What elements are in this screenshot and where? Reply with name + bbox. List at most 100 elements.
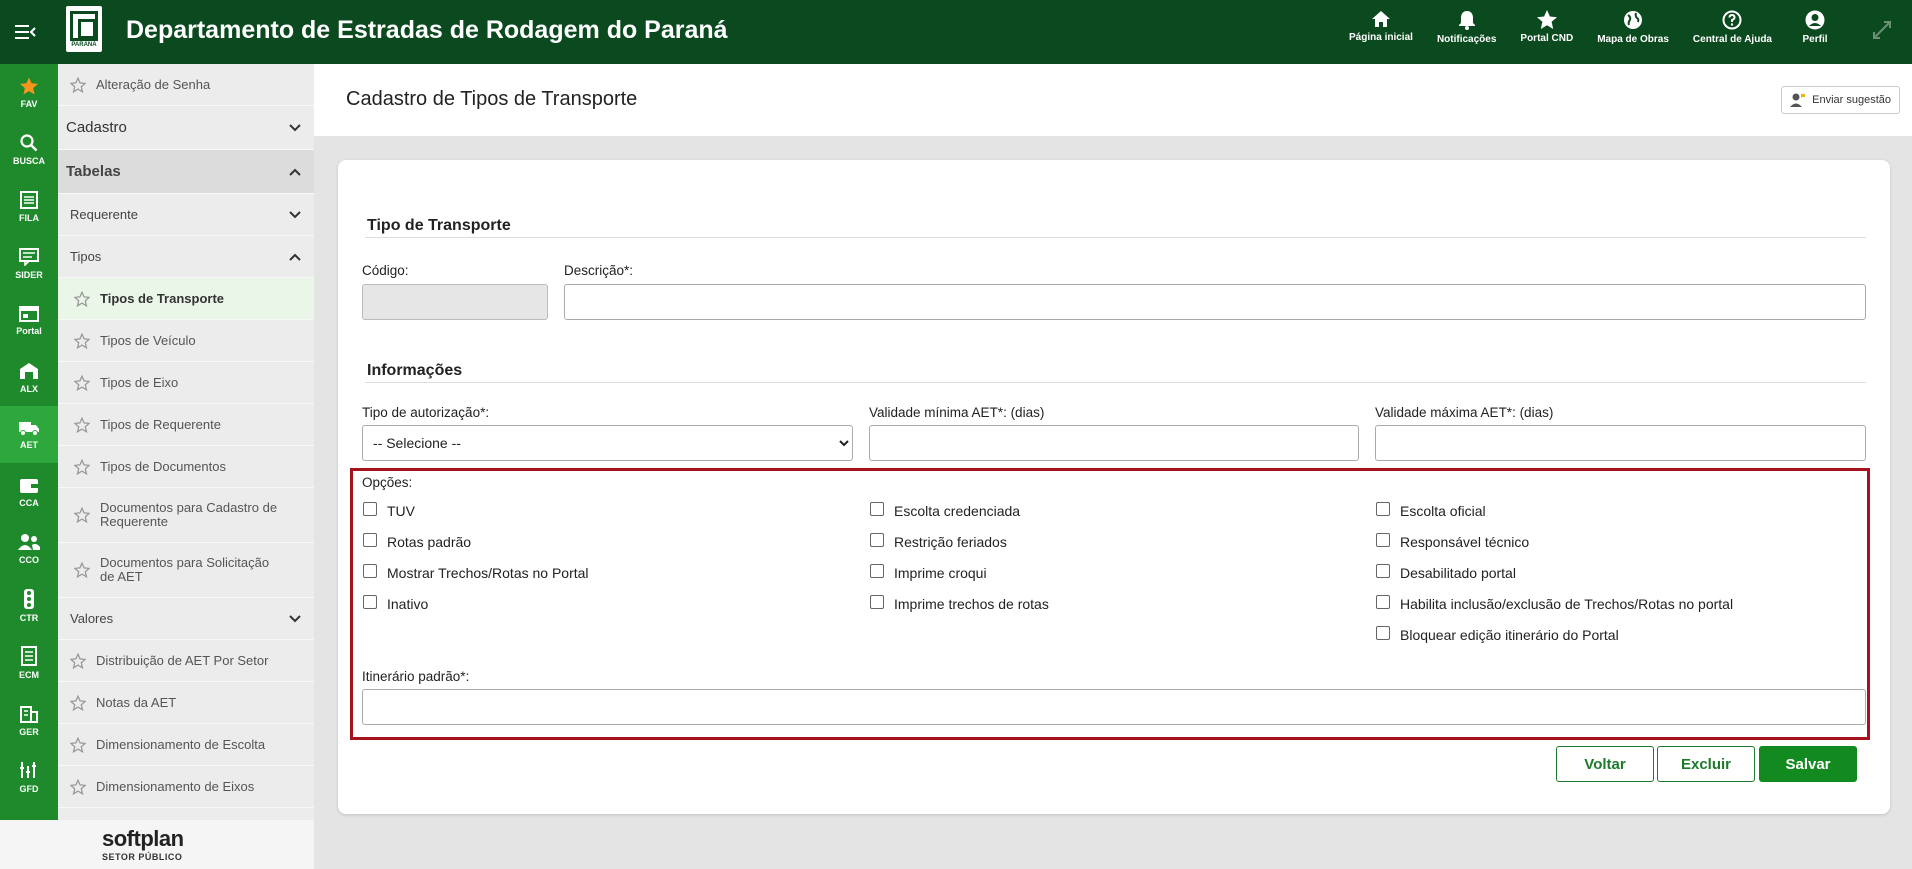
option-habilita-inclusao[interactable]: Habilita inclusão/exclusão de Trechos/Ro… bbox=[1376, 595, 1733, 612]
bell-icon bbox=[1458, 11, 1475, 30]
option-bloquear-edicao[interactable]: Bloquear edição itinerário do Portal bbox=[1376, 626, 1619, 643]
traffic-light-icon bbox=[24, 588, 34, 609]
module-fav[interactable]: FAV bbox=[0, 64, 58, 121]
menu-item-dimensionamento-eixos[interactable]: Dimensionamento de Eixos bbox=[58, 766, 314, 808]
codigo-label: Código: bbox=[362, 263, 409, 278]
menu-group-valores[interactable]: Valores bbox=[58, 598, 314, 640]
user-icon bbox=[1805, 10, 1825, 30]
menu-item-label: Documentos para Solicitação de AET bbox=[100, 555, 270, 584]
module-portal[interactable]: Portal bbox=[0, 292, 58, 349]
menu-item-docs-cadastro-requerente[interactable]: Documentos para Cadastro de Requerente bbox=[58, 488, 314, 543]
checkbox[interactable] bbox=[363, 595, 377, 609]
option-inativo[interactable]: Inativo bbox=[363, 595, 428, 612]
nav-perfil[interactable]: Perfil bbox=[1784, 10, 1846, 45]
menu-item-dimensionamento-escolta[interactable]: Dimensionamento de Escolta bbox=[58, 724, 314, 766]
nav-portal-cnd[interactable]: Portal CND bbox=[1508, 10, 1585, 45]
chevron-down-icon bbox=[289, 210, 301, 218]
menu-item-tipos-veiculo[interactable]: Tipos de Veículo bbox=[58, 320, 314, 362]
checkbox[interactable] bbox=[870, 533, 884, 547]
menu-item-label: Tipos de Eixo bbox=[100, 375, 179, 390]
menu-group-tipos[interactable]: Tipos bbox=[58, 236, 314, 278]
menu-section-cadastro[interactable]: Cadastro bbox=[58, 106, 314, 150]
menu-item-tipos-documentos[interactable]: Tipos de Documentos bbox=[58, 446, 314, 488]
module-gfd[interactable]: GFD bbox=[0, 748, 58, 805]
checkbox[interactable] bbox=[363, 564, 377, 578]
side-menu: Alteração de Senha Cadastro Tabelas Requ… bbox=[58, 64, 314, 820]
option-rotas-padrao[interactable]: Rotas padrão bbox=[363, 533, 471, 550]
module-ger[interactable]: GER bbox=[0, 691, 58, 748]
module-label: ECM bbox=[19, 669, 39, 680]
building-icon bbox=[20, 705, 38, 723]
nav-central-ajuda[interactable]: Central de Ajuda bbox=[1681, 10, 1784, 45]
menu-item-tipos-requerente[interactable]: Tipos de Requerente bbox=[58, 404, 314, 446]
checkbox[interactable] bbox=[1376, 502, 1390, 516]
validade-minima-field[interactable] bbox=[869, 425, 1359, 461]
module-sider[interactable]: SIDER bbox=[0, 235, 58, 292]
softplan-subtitle: SETOR PÚBLICO bbox=[102, 852, 183, 862]
star-outline-icon bbox=[70, 76, 86, 93]
validade-maxima-field[interactable] bbox=[1375, 425, 1866, 461]
checkbox[interactable] bbox=[363, 502, 377, 516]
option-label: Imprime trechos de rotas bbox=[894, 596, 1049, 612]
module-fila[interactable]: FILA bbox=[0, 178, 58, 235]
excluir-button[interactable]: Excluir bbox=[1657, 746, 1755, 782]
checkbox[interactable] bbox=[870, 502, 884, 516]
checkbox[interactable] bbox=[870, 564, 884, 578]
menu-item-docs-solicitacao-aet[interactable]: Documentos para Solicitação de AET bbox=[58, 543, 314, 598]
option-responsavel-tecnico[interactable]: Responsável técnico bbox=[1376, 533, 1529, 550]
checkbox[interactable] bbox=[870, 595, 884, 609]
der-logo[interactable]: PARANÁ bbox=[66, 6, 102, 52]
module-ecm[interactable]: ECM bbox=[0, 634, 58, 691]
fullscreen-button[interactable] bbox=[1872, 20, 1892, 45]
salvar-button[interactable]: Salvar bbox=[1759, 746, 1857, 782]
menu-item-tipos-eixo[interactable]: Tipos de Eixo bbox=[58, 362, 314, 404]
option-tuv[interactable]: TUV bbox=[363, 502, 415, 519]
module-cco[interactable]: CCO bbox=[0, 520, 58, 577]
module-aet[interactable]: AET bbox=[0, 406, 58, 463]
menu-group-requerente[interactable]: Requerente bbox=[58, 194, 314, 236]
checkbox[interactable] bbox=[1376, 595, 1390, 609]
menu-item-distribuicao-aet[interactable]: Distribuição de AET Por Setor bbox=[58, 640, 314, 682]
option-imprime-croqui[interactable]: Imprime croqui bbox=[870, 564, 987, 581]
star-icon bbox=[1536, 10, 1557, 29]
voltar-button[interactable]: Voltar bbox=[1556, 746, 1654, 782]
chevron-up-icon bbox=[289, 168, 301, 176]
checkbox[interactable] bbox=[1376, 626, 1390, 640]
option-escolta-oficial[interactable]: Escolta oficial bbox=[1376, 502, 1486, 519]
checkbox[interactable] bbox=[1376, 564, 1390, 578]
itinerario-field[interactable] bbox=[362, 689, 1866, 725]
checkbox[interactable] bbox=[1376, 533, 1390, 547]
menu-item-notas-aet[interactable]: Notas da AET bbox=[58, 682, 314, 724]
nav-mapa-obras[interactable]: Mapa de Obras bbox=[1585, 10, 1681, 45]
menu-item-tipos-transporte[interactable]: Tipos de Transporte bbox=[58, 278, 314, 320]
module-busca[interactable]: BUSCA bbox=[0, 121, 58, 178]
menu-group-label: Valores bbox=[70, 611, 114, 626]
nav-label: Página inicial bbox=[1349, 32, 1413, 43]
descricao-field[interactable] bbox=[564, 284, 1866, 320]
nav-notificacoes[interactable]: Notificações bbox=[1425, 10, 1508, 45]
send-suggestion-button[interactable]: Enviar sugestão bbox=[1781, 86, 1900, 114]
menu-item-alteracao-senha[interactable]: Alteração de Senha bbox=[58, 64, 314, 106]
option-desabilitado-portal[interactable]: Desabilitado portal bbox=[1376, 564, 1516, 581]
module-cca[interactable]: CCA bbox=[0, 463, 58, 520]
menu-toggle-button[interactable] bbox=[0, 0, 52, 64]
module-ctr[interactable]: CTR bbox=[0, 577, 58, 634]
module-label: CCO bbox=[19, 554, 39, 565]
menu-item-label: Tipos de Requerente bbox=[100, 417, 221, 432]
module-label: AET bbox=[20, 439, 38, 450]
module-icon-bar: FAV BUSCA FILA SIDER Portal ALX AET CCA … bbox=[0, 64, 58, 820]
module-label: CCA bbox=[19, 497, 39, 508]
nav-pagina-inicial[interactable]: Página inicial bbox=[1337, 10, 1425, 45]
module-alx[interactable]: ALX bbox=[0, 349, 58, 406]
chevron-down-icon bbox=[289, 123, 301, 131]
option-label: Desabilitado portal bbox=[1400, 565, 1516, 581]
menu-group-label: Tipos bbox=[70, 249, 102, 264]
checkbox[interactable] bbox=[363, 533, 377, 547]
star-outline-icon bbox=[74, 290, 90, 307]
option-imprime-trechos[interactable]: Imprime trechos de rotas bbox=[870, 595, 1049, 612]
option-escolta-credenciada[interactable]: Escolta credenciada bbox=[870, 502, 1020, 519]
menu-section-tabelas[interactable]: Tabelas bbox=[58, 150, 314, 194]
option-mostrar-trechos[interactable]: Mostrar Trechos/Rotas no Portal bbox=[363, 564, 589, 581]
tipo-autorizacao-select[interactable]: -- Selecione -- bbox=[362, 425, 853, 461]
option-restricao-feriados[interactable]: Restrição feriados bbox=[870, 533, 1007, 550]
